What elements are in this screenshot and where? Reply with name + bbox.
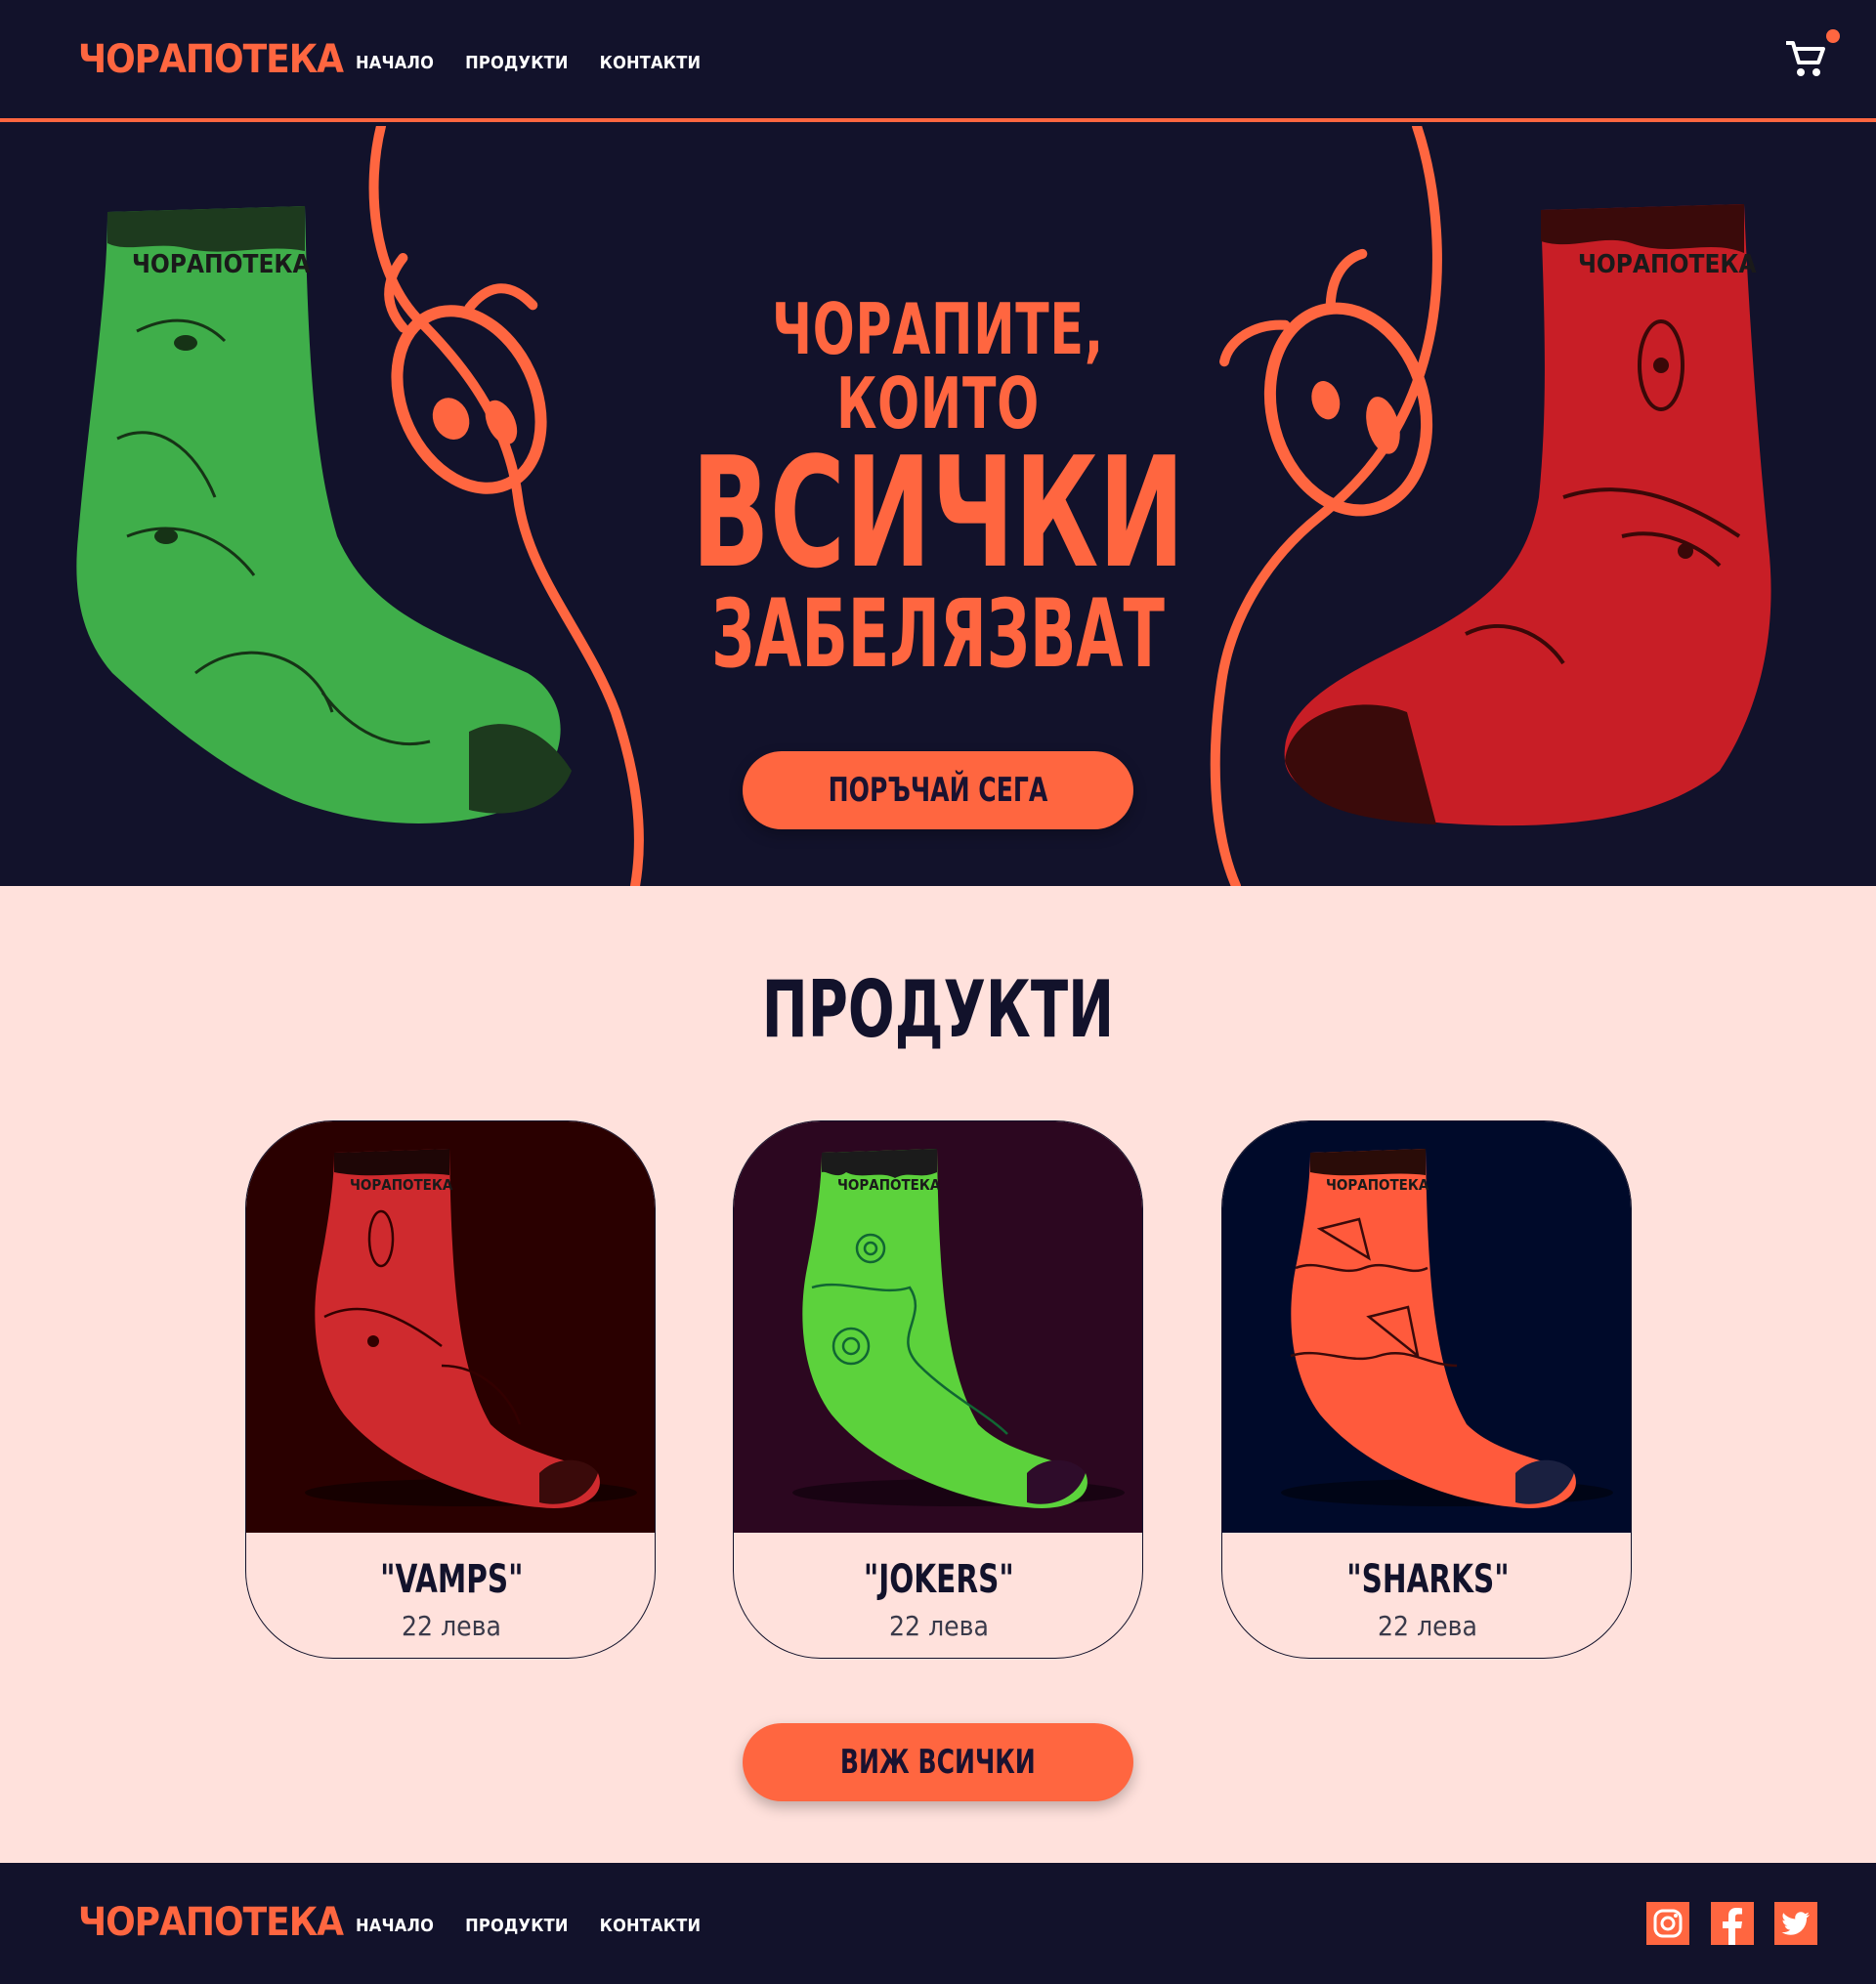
- product-image-sharks: ЧОРАПОТЕКА: [1222, 1121, 1631, 1533]
- footer-nav-home[interactable]: НАЧАЛО: [356, 1916, 434, 1936]
- main-nav: НАЧАЛО ПРОДУКТИ КОНТАКТИ: [356, 53, 701, 73]
- footer-nav-contacts[interactable]: КОНТАКТИ: [600, 1916, 702, 1936]
- product-price: 22 лева: [889, 1610, 989, 1642]
- hero-banner: ЧОРАПОТЕКА ЧОРАПОТЕКА ЧОРАПИТЕ, КОИТО ВС…: [0, 126, 1876, 886]
- product-price: 22 лева: [1378, 1610, 1477, 1642]
- product-image-vamps: ЧОРАПОТЕКА: [246, 1121, 655, 1533]
- see-all-button[interactable]: ВИЖ ВСИЧКИ: [743, 1723, 1133, 1801]
- footer-nav-products[interactable]: ПРОДУКТИ: [465, 1916, 569, 1936]
- sharks-sock-label: ЧОРАПОТЕКА: [1326, 1176, 1429, 1194]
- product-name-text: "SHARKS": [1345, 1557, 1510, 1602]
- instagram-icon[interactable]: [1646, 1902, 1689, 1945]
- jokers-sock-label: ЧОРАПОТЕКА: [837, 1176, 941, 1194]
- products-title-text: ПРОДУКТИ: [761, 964, 1115, 1055]
- product-price: 22 лева: [402, 1610, 501, 1642]
- products-title: ПРОДУКТИ: [0, 964, 1876, 1055]
- brand-logo[interactable]: ЧОРАПОТЕКА: [78, 37, 344, 82]
- products-section: ПРОДУКТИ ЧОРАПОТЕКА "VAMPS" 22 лева ЧОРА…: [0, 886, 1876, 1863]
- right-sock-label: ЧОРАПОТЕКА: [1578, 250, 1757, 279]
- nav-home[interactable]: НАЧАЛО: [356, 53, 434, 73]
- green-sock-image: ЧОРАПОТЕКА: [76, 206, 572, 823]
- product-name: "SHARKS": [1222, 1557, 1631, 1602]
- product-name: "JOKERS": [734, 1557, 1142, 1602]
- order-now-button[interactable]: ПОРЪЧАЙ СЕГА: [743, 751, 1133, 829]
- cart-badge: [1826, 29, 1840, 43]
- hero-headline: ЧОРАПИТЕ, КОИТО ВСИЧКИ ЗАБЕЛЯЗВАТ: [586, 292, 1290, 683]
- product-card-jokers[interactable]: ЧОРАПОТЕКА "JOKERS" 22 лева: [733, 1120, 1143, 1659]
- footer-logo[interactable]: ЧОРАПОТЕКА: [78, 1900, 344, 1945]
- site-footer: ЧОРАПОТЕКА НАЧАЛО ПРОДУКТИ КОНТАКТИ: [0, 1863, 1876, 1984]
- product-name: "VAMPS": [246, 1557, 655, 1602]
- nav-products[interactable]: ПРОДУКТИ: [465, 53, 569, 73]
- product-image-jokers: ЧОРАПОТЕКА: [734, 1121, 1142, 1533]
- product-name-text: "JOKERS": [864, 1557, 1014, 1602]
- order-now-label: ПОРЪЧАЙ СЕГА: [828, 771, 1048, 810]
- shopping-cart-icon[interactable]: [1782, 35, 1829, 82]
- see-all-label: ВИЖ ВСИЧКИ: [840, 1743, 1036, 1782]
- hero-line-3: ЗАБЕЛЯЗВАТ: [711, 579, 1165, 689]
- product-name-text: "VAMPS": [379, 1557, 524, 1602]
- product-card-vamps[interactable]: ЧОРАПОТЕКА "VAMPS" 22 лева: [245, 1120, 656, 1659]
- nav-contacts[interactable]: КОНТАКТИ: [600, 53, 702, 73]
- site-header: ЧОРАПОТЕКА НАЧАЛО ПРОДУКТИ КОНТАКТИ: [0, 0, 1876, 122]
- twitter-icon[interactable]: [1774, 1902, 1817, 1945]
- hero-line-1: ЧОРАПИТЕ, КОИТО: [772, 288, 1104, 444]
- footer-nav: НАЧАЛО ПРОДУКТИ КОНТАКТИ: [356, 1916, 701, 1936]
- product-card-sharks[interactable]: ЧОРАПОТЕКА "SHARKS" 22 лева: [1221, 1120, 1632, 1659]
- facebook-icon[interactable]: [1711, 1902, 1754, 1945]
- vamps-sock-label: ЧОРАПОТЕКА: [350, 1176, 453, 1194]
- left-sock-label: ЧОРАПОТЕКА: [132, 250, 311, 279]
- hero-line-2: ВСИЧКИ: [691, 424, 1185, 602]
